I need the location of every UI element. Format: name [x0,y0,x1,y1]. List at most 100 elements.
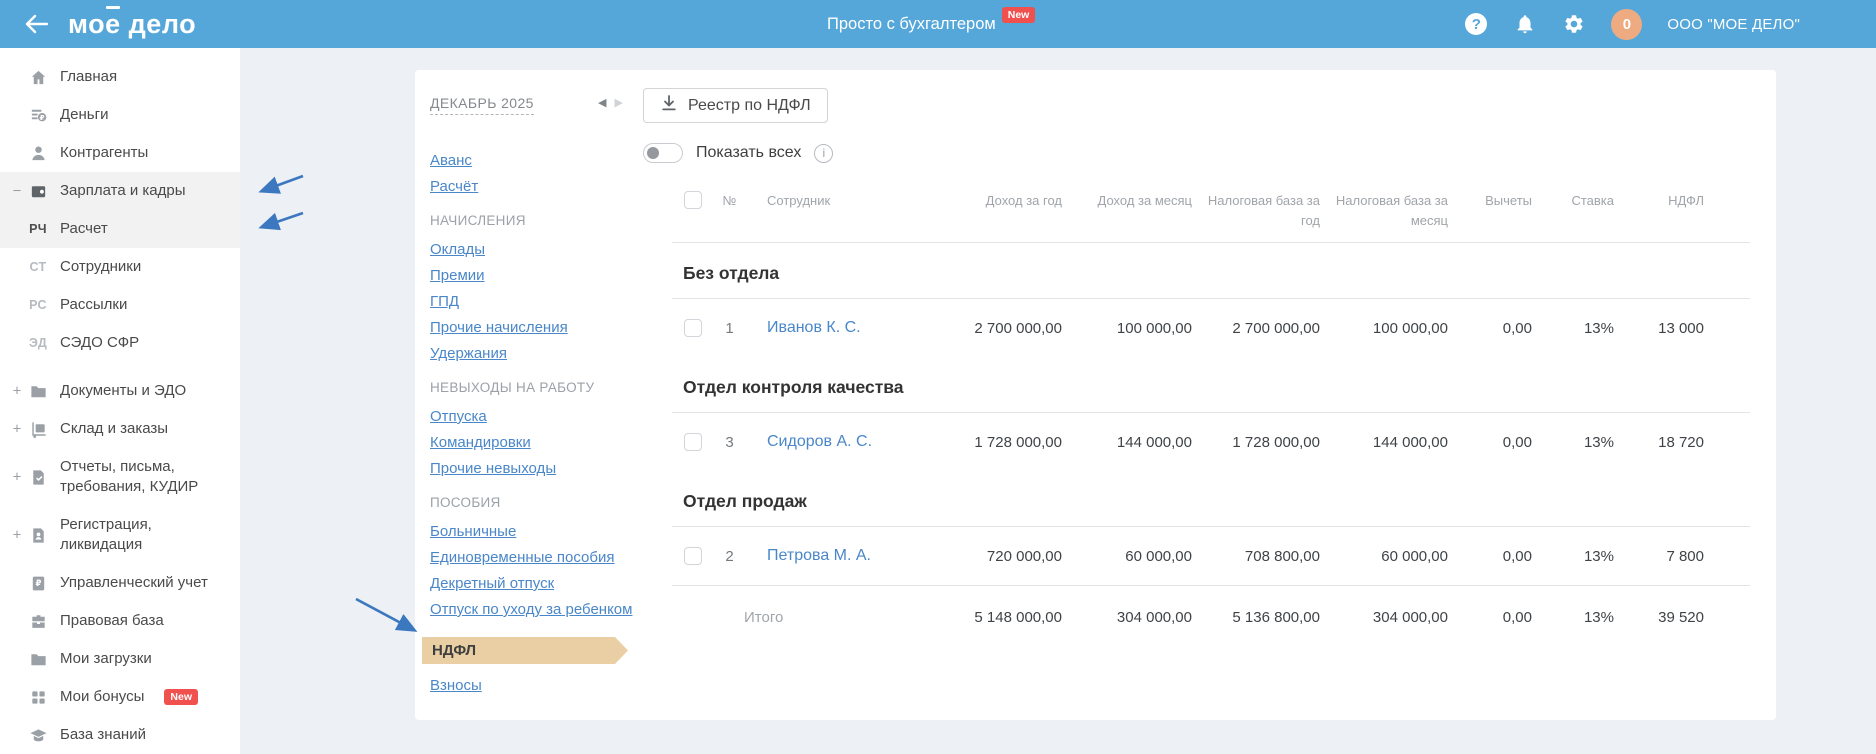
document-person-icon [28,525,48,545]
nav-link-prochie-nevykhody[interactable]: Прочие невыходы [430,456,640,482]
employee-link-ivanov[interactable]: Иванов К. С. [757,319,882,337]
gift-icon [28,687,48,707]
col-taxbase-year: Налоговая база за год [1207,193,1320,228]
nav-link-raschet[interactable]: Расчёт [430,174,640,200]
nav-link-premii[interactable]: Премии [430,263,640,289]
settings-gear-icon[interactable] [1562,12,1586,36]
main-sidebar: Главная ₽ Деньги Контрагенты − Зарплата … [0,48,240,754]
collapse-minus-icon[interactable]: − [10,183,24,200]
tagline-new-badge: New [1001,7,1036,23]
nav-link-otpuska[interactable]: Отпуска [430,404,640,430]
payroll-nav: ДЕКАБРЬ 2025 ◀ ▶ Аванс Расчёт НАЧИСЛЕНИЯ… [430,95,640,699]
row-checkbox[interactable] [684,547,702,565]
money-icon: ₽ [28,105,48,125]
col-number: № [722,193,737,208]
next-month-icon[interactable]: ▶ [614,96,622,109]
annotation-arrow-raschet [258,211,304,231]
ruble-report-icon: ₽ [28,573,48,593]
show-all-toggle[interactable] [643,143,683,163]
graduation-cap-icon [28,725,48,745]
briefcase-icon [28,611,48,631]
sidebar-item-otchety-pisma[interactable]: + Отчеты, письма, требования, КУДИР [0,448,240,506]
nav-link-gpd[interactable]: ГПД [430,289,640,315]
ndfl-table: № Сотрудник Доход за год Доход за месяц … [672,185,1750,648]
col-employee: Сотрудник [767,193,831,208]
user-avatar[interactable]: 0 [1611,8,1643,40]
sidebar-item-kontragenty[interactable]: Контрагенты [0,134,240,172]
nav-tab-ndfl-active[interactable]: НДФЛ [422,637,628,664]
sidebar-item-rassylki[interactable]: РС Рассылки [0,286,240,324]
nav-link-vznosy[interactable]: Взносы [430,673,640,699]
table-header-row: № Сотрудник Доход за год Доход за месяц … [672,185,1750,242]
show-all-label: Показать всех [696,144,802,161]
moe-delo-logo[interactable]: мое дело [68,9,196,40]
bonus-new-badge: New [164,689,198,705]
tagline-link[interactable]: Просто с бухгалтером [827,15,996,34]
employee-link-petrova[interactable]: Петрова М. А. [757,547,882,565]
sidebar-item-moi-zagruzki[interactable]: Мои загрузки [0,640,240,678]
table-total-row: Итого 5 148 000,00 304 000,00 5 136 800,… [672,586,1750,648]
employee-link-sidorov[interactable]: Сидоров А. С. [757,433,882,451]
col-rate: Ставка [1571,193,1614,208]
expand-plus-icon[interactable]: + [10,527,24,544]
expand-plus-icon[interactable]: + [10,421,24,438]
nav-section-nachisleniya: НАЧИСЛЕНИЯ [430,213,526,228]
nav-link-uderzhaniya[interactable]: Удержания [430,341,640,367]
group-header-kontrol-kachestva: Отдел контроля качества [683,377,904,397]
group-header-otdel-prodazh: Отдел продаж [683,491,807,511]
col-income-month: Доход за месяц [1097,193,1193,208]
svg-text:₽: ₽ [35,577,41,587]
col-deductions: Вычеты [1485,193,1532,208]
nav-link-komandirovki[interactable]: Командировки [430,430,640,456]
sidebar-item-zarplata-i-kadry[interactable]: − Зарплата и кадры [0,172,240,210]
sidebar-item-registratsiya[interactable]: + Регистрация, ликвидация [0,506,240,564]
nav-link-oklady[interactable]: Оклады [430,237,640,263]
nav-link-bolnichnye[interactable]: Больничные [430,519,640,545]
help-icon[interactable]: ? [1464,12,1488,36]
nav-link-dekretnyy-otpusk[interactable]: Декретный отпуск [430,571,640,597]
sidebar-item-sotrudniki[interactable]: СТ Сотрудники [0,248,240,286]
col-ndfl: НДФЛ [1668,193,1704,208]
col-taxbase-month: Налоговая база за месяц [1335,193,1448,228]
svg-text:₽: ₽ [39,113,44,121]
rassylki-prefix: РС [29,298,47,312]
nav-link-avans[interactable]: Аванс [430,148,640,174]
row-checkbox[interactable] [684,319,702,337]
expand-plus-icon[interactable]: + [10,469,24,486]
sidebar-item-dokumenty-i-edo[interactable]: + Документы и ЭДО [0,372,240,410]
back-arrow-icon[interactable] [22,10,50,38]
sidebar-item-moi-bonusy[interactable]: Мои бонусы New [0,678,240,716]
nav-section-posobiya: ПОСОБИЯ [430,495,501,510]
company-name[interactable]: ООО "МОЕ ДЕЛО" [1667,16,1800,33]
top-header-bar: мое дело Просто с бухгалтером New ? 0 ОО… [0,0,1876,48]
sidebar-item-dengi[interactable]: ₽ Деньги [0,96,240,134]
wallet-icon [28,181,48,201]
prev-month-icon[interactable]: ◀ [598,96,606,109]
folder-icon [28,649,48,669]
logo-accent-letter: е [105,8,121,39]
info-icon[interactable]: i [814,143,834,163]
nav-section-nevykhody: НЕВЫХОДЫ НА РАБОТУ [430,380,595,395]
export-ndfl-register-button[interactable]: Реестр по НДФЛ [643,88,828,123]
expand-plus-icon[interactable]: + [10,383,24,400]
month-selector[interactable]: ДЕКАБРЬ 2025 [430,95,534,115]
nav-link-edinovremennye-posobiya[interactable]: Единовременные пособия [430,545,640,571]
row-checkbox[interactable] [684,433,702,451]
total-label: Итого [744,608,784,626]
notifications-bell-icon[interactable] [1513,12,1537,36]
select-all-checkbox[interactable] [684,191,702,209]
toggle-knob [647,147,659,159]
col-income-year: Доход за год [985,193,1062,208]
raschet-prefix: РЧ [29,222,47,236]
sidebar-item-glavnaya[interactable]: Главная [0,58,240,96]
sidebar-item-sedo-sfr[interactable]: ЭД СЭДО СФР [0,324,240,362]
report-check-icon [28,467,48,487]
sidebar-item-pravovaya-baza[interactable]: Правовая база [0,602,240,640]
sidebar-item-sklad-i-zakazy[interactable]: + Склад и заказы [0,410,240,448]
annotation-arrow-ndfl [355,597,418,632]
sidebar-item-baza-znaniy[interactable]: База знаний [0,716,240,754]
nav-link-otpusk-po-ukhodu[interactable]: Отпуск по уходу за ребенком [430,597,640,623]
sidebar-item-upravlencheskiy-uchet[interactable]: ₽ Управленческий учет [0,564,240,602]
sidebar-item-raschet[interactable]: РЧ Расчет [0,210,240,248]
nav-link-prochie-nachisleniya[interactable]: Прочие начисления [430,315,640,341]
